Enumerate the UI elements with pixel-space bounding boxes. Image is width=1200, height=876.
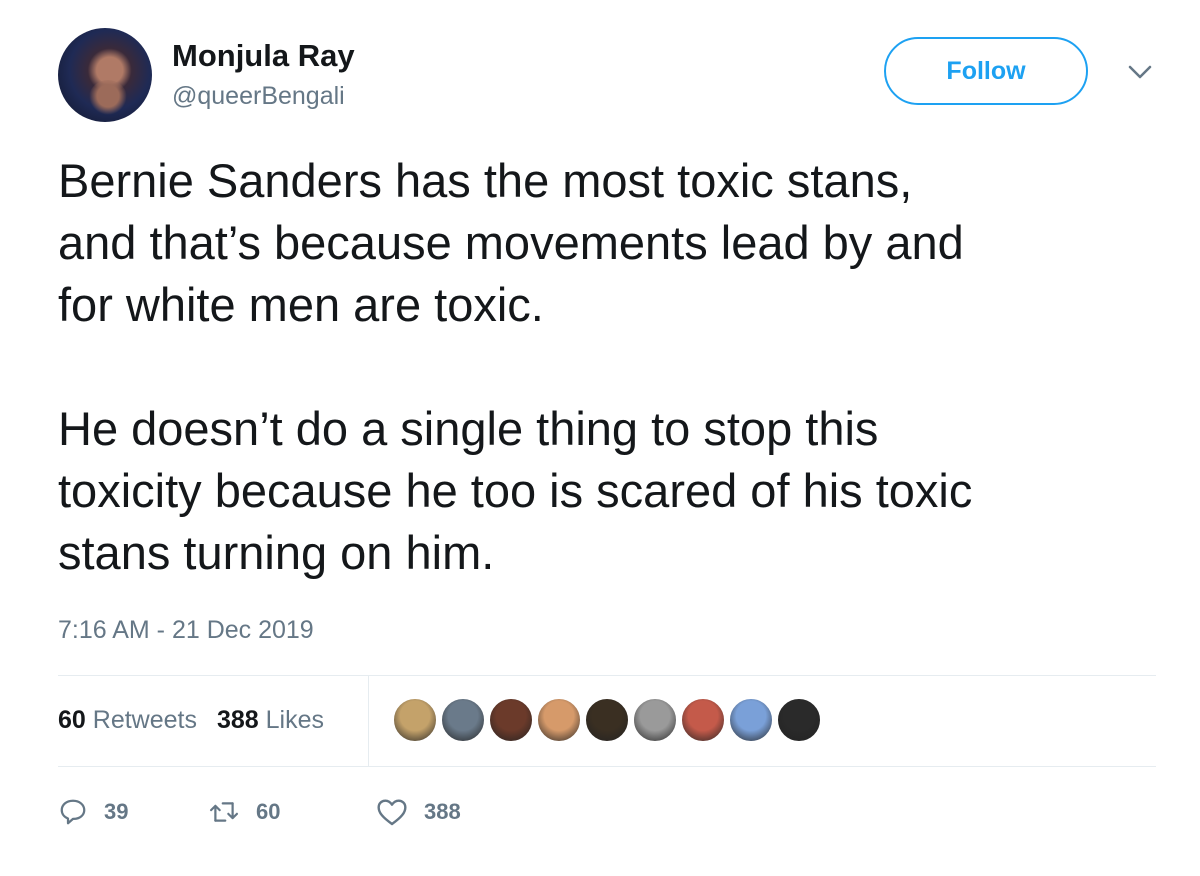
chevron-down-icon[interactable] (1126, 62, 1154, 82)
follow-button[interactable]: Follow (884, 37, 1088, 105)
liker-avatars (392, 697, 824, 743)
retweets-stat[interactable]: 60 Retweets (58, 706, 197, 735)
stats-top-divider (58, 675, 1156, 676)
liker-avatar[interactable] (584, 697, 630, 743)
likes-stat[interactable]: 388 Likes (217, 706, 324, 735)
liker-avatar[interactable] (776, 697, 822, 743)
liker-avatar[interactable] (488, 697, 534, 743)
reply-action[interactable]: 39 (58, 797, 208, 827)
author-avatar[interactable] (58, 28, 152, 122)
liker-avatar[interactable] (392, 697, 438, 743)
tweet-text: Bernie Sanders has the most toxic stans,… (58, 154, 973, 579)
author-handle[interactable]: @queerBengali (172, 82, 345, 111)
reply-count: 39 (104, 799, 129, 824)
likes-stat-count: 388 (216, 705, 259, 734)
retweets-stat-label: Retweets (92, 705, 197, 734)
retweet-action[interactable]: 60 (208, 797, 376, 827)
likes-stat-label: Likes (265, 705, 325, 734)
heart-icon (377, 799, 407, 826)
engagement-stats: 60 Retweets 388 Likes (58, 690, 324, 750)
liker-avatar[interactable] (632, 697, 678, 743)
like-count: 388 (424, 799, 461, 824)
retweets-stat-count: 60 (58, 705, 86, 734)
tweet-actions: 39 60 388 (58, 790, 461, 834)
liker-avatar[interactable] (728, 697, 774, 743)
stats-separator (368, 676, 369, 766)
like-action[interactable]: 388 (376, 797, 461, 827)
tweet-timestamp[interactable]: 7:16 AM - 21 Dec 2019 (58, 616, 314, 645)
liker-avatar[interactable] (680, 697, 726, 743)
retweet-count: 60 (256, 799, 281, 824)
retweet-icon (209, 802, 239, 822)
liker-avatar[interactable] (440, 697, 486, 743)
stats-bottom-divider (58, 766, 1156, 767)
author-name[interactable]: Monjula Ray (172, 38, 355, 74)
liker-avatar[interactable] (536, 697, 582, 743)
reply-icon (60, 799, 86, 825)
